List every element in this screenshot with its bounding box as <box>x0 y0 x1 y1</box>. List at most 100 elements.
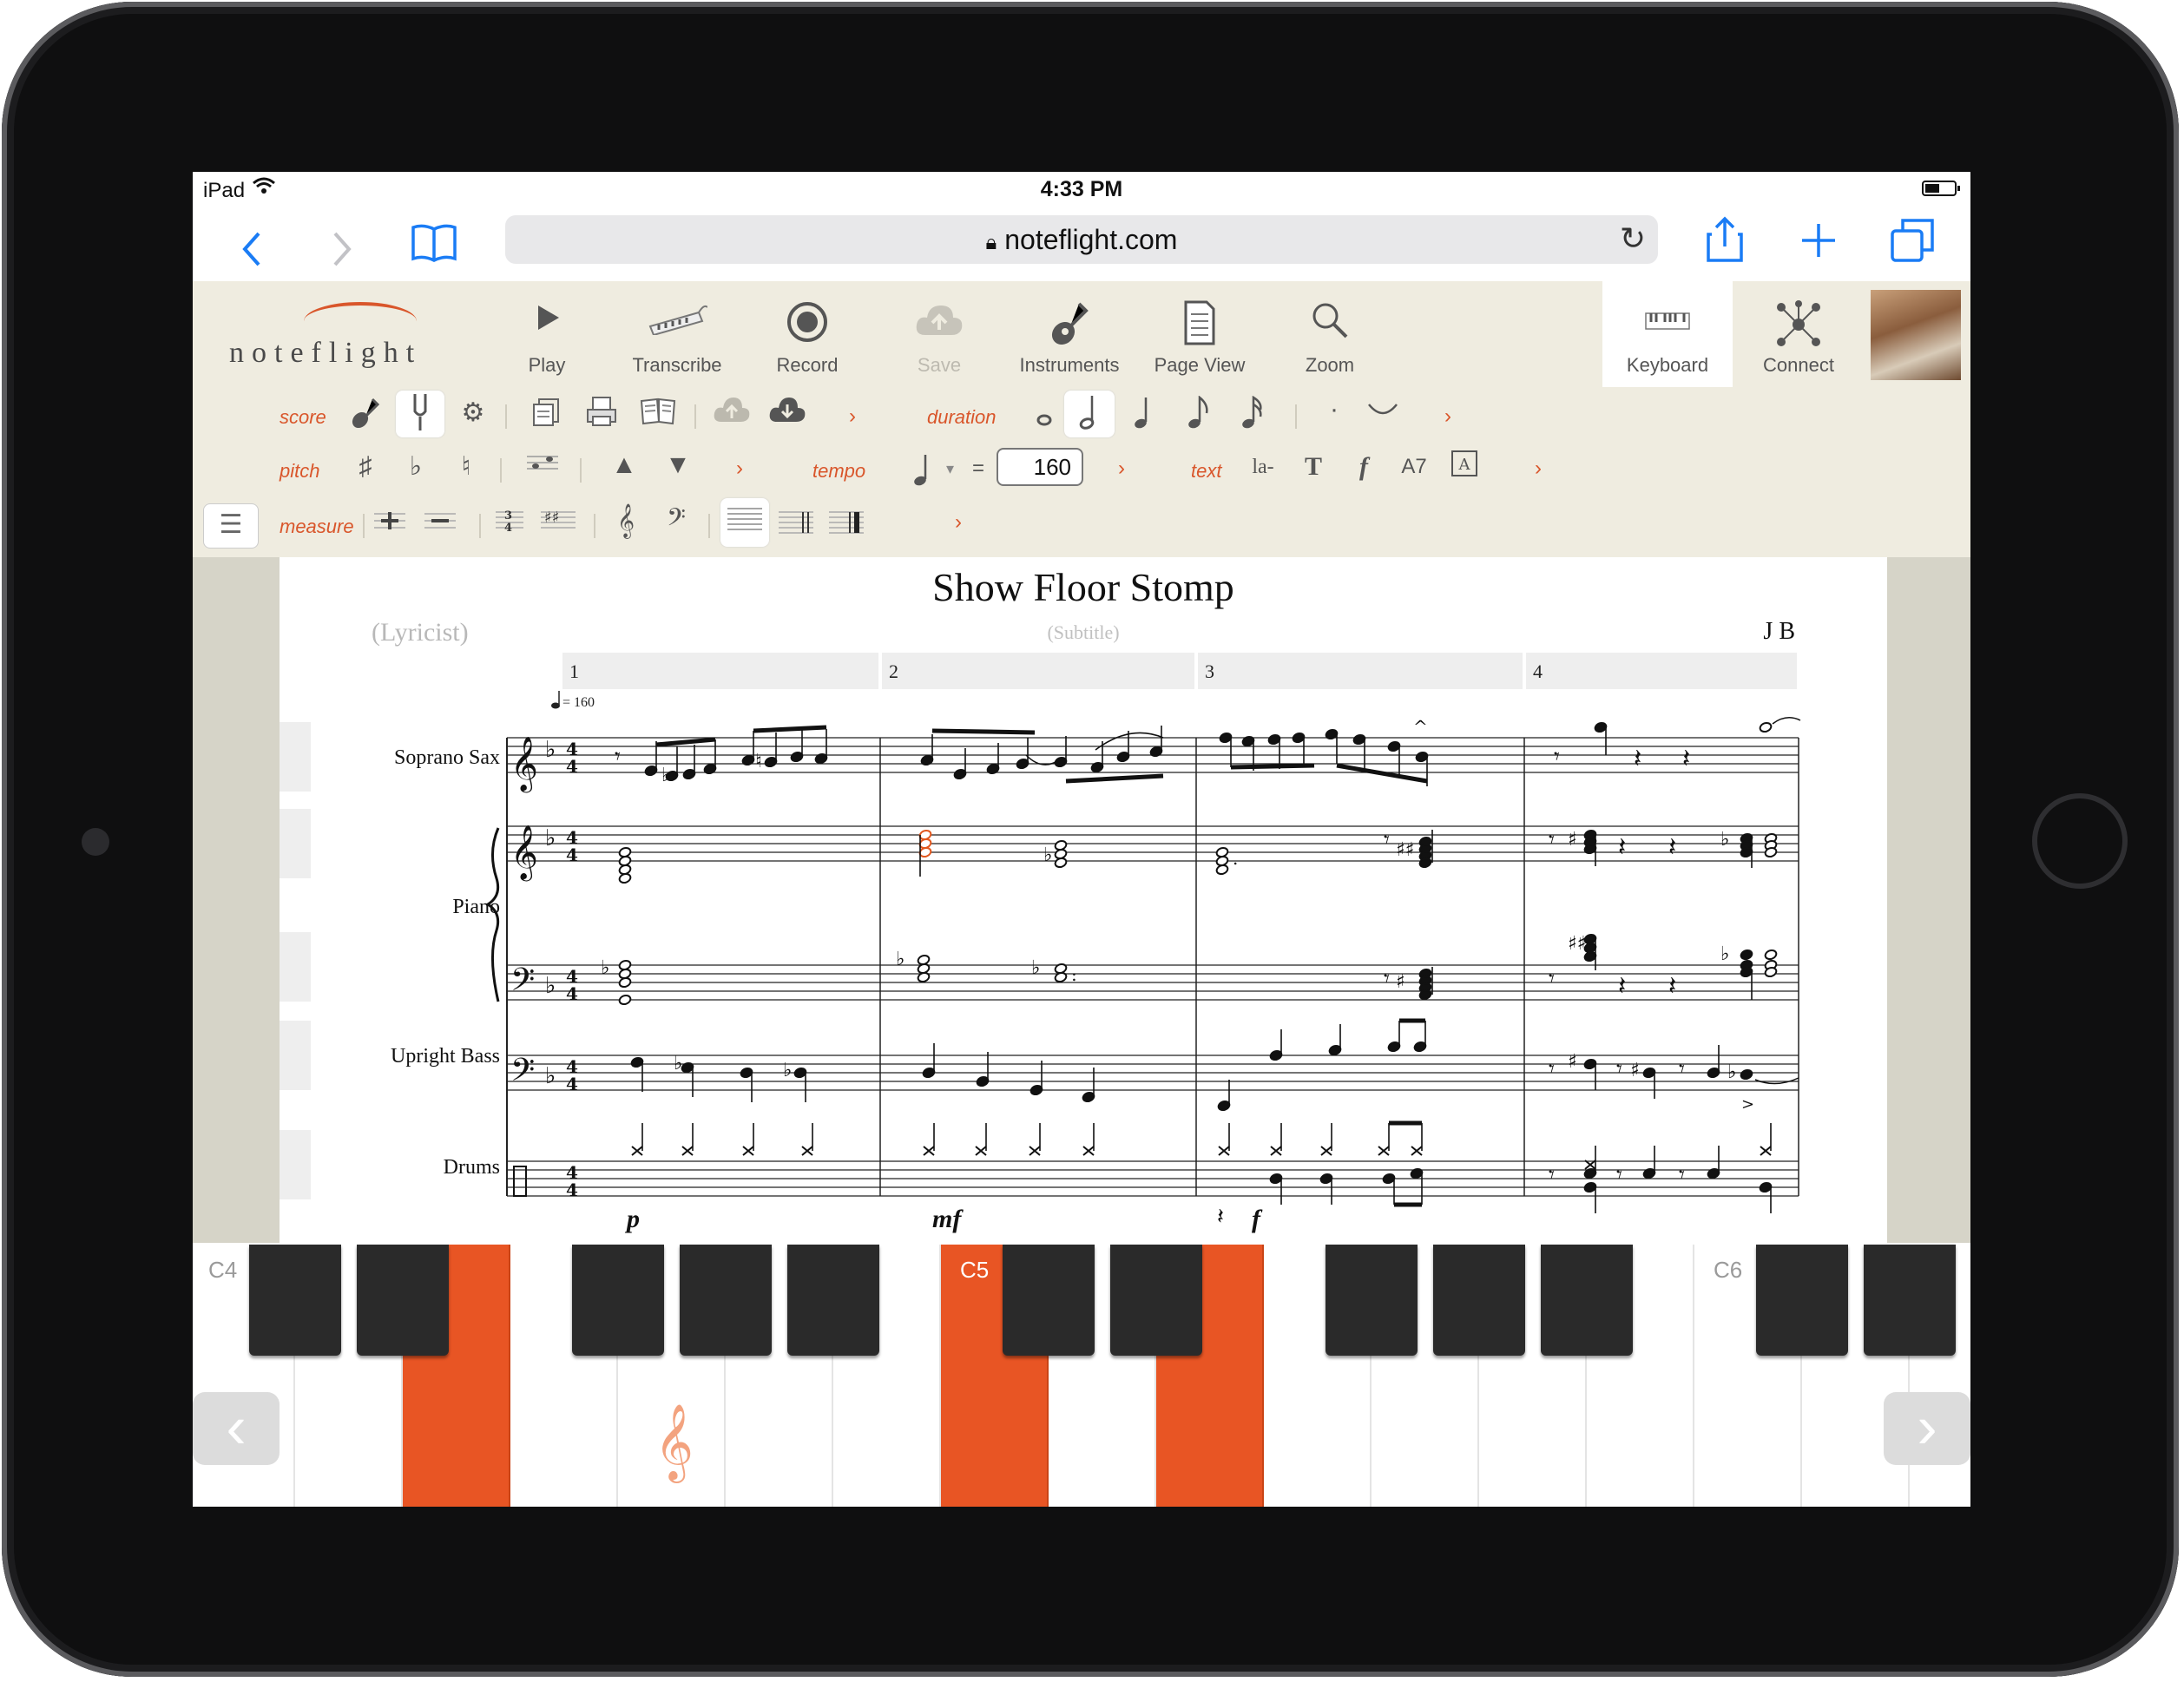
accidental[interactable]: ♯ <box>1568 829 1577 851</box>
accidental[interactable]: ♭ <box>1720 829 1729 851</box>
measure-more-icon[interactable]: › <box>955 510 962 535</box>
tuning-fork-icon[interactable] <box>396 391 444 437</box>
accidental[interactable]: ♯ <box>1396 971 1405 993</box>
eighth-note-icon[interactable] <box>1177 395 1217 440</box>
treble-clef[interactable]: 𝄞 <box>510 825 538 882</box>
note[interactable] <box>1054 971 1068 983</box>
tie-icon[interactable] <box>1363 396 1403 431</box>
tabs-icon[interactable] <box>1889 217 1934 262</box>
piano-brace[interactable] <box>485 827 500 1002</box>
dynamic-marking[interactable]: p <box>627 1205 640 1234</box>
eighth-rest[interactable]: 𝄾 <box>1549 1056 1555 1082</box>
score-more-icon[interactable]: › <box>849 404 856 429</box>
black-key-asharp5[interactable] <box>1541 1245 1633 1356</box>
eighth-rest[interactable]: 𝄾 <box>1384 966 1390 992</box>
beam[interactable] <box>753 725 827 733</box>
accent-mark[interactable]: > <box>1741 1095 1754 1114</box>
back-icon[interactable] <box>241 226 262 274</box>
accidental[interactable]: ♭ <box>661 765 670 786</box>
dot[interactable]: . <box>1233 848 1238 869</box>
rehearsal-mark-icon[interactable]: A <box>1444 450 1484 487</box>
quarter-rest[interactable]: 𝄽 <box>1618 971 1626 1002</box>
accidental[interactable]: ♭ <box>1727 1061 1736 1083</box>
lyrics-button[interactable]: la- <box>1243 450 1283 484</box>
bookmarks-icon[interactable] <box>410 222 457 262</box>
black-key-dsharp5[interactable] <box>1110 1245 1202 1356</box>
page-view-button[interactable]: Page View <box>1139 281 1260 387</box>
bass-clef-icon[interactable]: 𝄢 <box>656 503 696 538</box>
treble-clef[interactable]: 𝄞 <box>510 736 538 793</box>
pitch-down-icon[interactable]: ▼ <box>658 448 698 483</box>
eighth-rest[interactable]: 𝄾 <box>1549 966 1555 992</box>
tempo-more-icon[interactable]: › <box>1118 457 1125 481</box>
text-more-icon[interactable]: › <box>1535 457 1542 481</box>
sharp-icon[interactable]: ♯ <box>345 450 385 484</box>
black-key-csharp5[interactable] <box>1003 1245 1095 1356</box>
reload-icon[interactable]: ↻ <box>1620 220 1646 257</box>
black-key-gsharp4[interactable] <box>680 1245 772 1356</box>
beam[interactable] <box>1230 763 1315 770</box>
copy-parts-icon[interactable] <box>526 396 566 437</box>
accidental[interactable]: ♯ <box>1630 1060 1640 1081</box>
time-signature-bottom[interactable]: 4 <box>566 983 578 1004</box>
user-avatar[interactable] <box>1871 290 1961 380</box>
remove-measure-icon[interactable] <box>420 505 460 546</box>
dynamic-marking[interactable]: f <box>1252 1205 1260 1234</box>
eighth-rest[interactable]: 𝄾 <box>615 744 621 770</box>
cymbal-note[interactable] <box>1270 1146 1282 1156</box>
beam[interactable] <box>655 737 716 747</box>
cymbal-note[interactable] <box>742 1146 754 1156</box>
settings-gear-icon[interactable]: ⚙ <box>453 396 493 430</box>
cymbal-note[interactable] <box>923 1146 935 1156</box>
dot[interactable]: : <box>1071 964 1077 985</box>
black-key-fsharp4[interactable] <box>572 1245 664 1356</box>
tie[interactable] <box>1754 1077 1799 1085</box>
double-barline-icon[interactable] <box>776 505 816 549</box>
beam[interactable] <box>931 728 1036 735</box>
eighth-rest[interactable]: 𝄾 <box>1554 744 1560 770</box>
quarter-rest[interactable]: 𝄽 <box>1682 744 1690 774</box>
cymbal-note[interactable] <box>631 1146 643 1156</box>
flat-key-signature[interactable]: ♭ <box>545 737 556 763</box>
black-key-asharp4[interactable] <box>787 1245 879 1356</box>
forward-icon[interactable] <box>332 226 352 274</box>
eighth-rest[interactable]: 𝄾 <box>1616 1162 1622 1188</box>
cymbal-note[interactable] <box>681 1146 694 1156</box>
palette-menu-icon[interactable]: ☰ <box>203 503 259 549</box>
accidental[interactable]: ♯♯ <box>1396 839 1414 861</box>
natural-icon[interactable]: ♮ <box>446 450 486 484</box>
tempo-note-dropdown-icon[interactable]: ▾ <box>946 460 954 478</box>
black-key-gsharp5[interactable] <box>1433 1245 1525 1356</box>
note[interactable] <box>1759 721 1773 733</box>
quarter-note-icon[interactable] <box>1123 396 1163 440</box>
print-icon[interactable] <box>582 396 622 437</box>
cloud-download-icon[interactable] <box>767 396 807 433</box>
time-signature-bottom[interactable]: 4 <box>566 756 578 777</box>
zoom-button[interactable]: Zoom <box>1269 281 1391 387</box>
cymbal-note[interactable] <box>1320 1146 1332 1156</box>
time-signature-bottom[interactable]: 4 <box>566 844 578 865</box>
cymbal-note[interactable] <box>975 1146 987 1156</box>
cymbal-note[interactable] <box>1411 1146 1423 1156</box>
accidental[interactable]: ♮ <box>755 751 762 772</box>
new-tab-icon[interactable] <box>1799 220 1839 260</box>
add-measure-icon[interactable] <box>370 505 410 546</box>
sixteenth-note-icon[interactable] <box>1231 395 1271 440</box>
key-signature-icon[interactable]: ♯♯ <box>538 505 578 546</box>
pitch-more-icon[interactable]: › <box>736 457 743 481</box>
keyboard-button[interactable]: Keyboard <box>1602 281 1733 387</box>
final-barline-icon[interactable] <box>826 505 866 549</box>
time-signature-bottom[interactable]: 4 <box>566 1074 578 1094</box>
black-key-fsharp5[interactable] <box>1326 1245 1418 1356</box>
quarter-rest[interactable]: 𝄽 <box>1618 832 1626 863</box>
save-button[interactable]: Save <box>878 281 1000 387</box>
black-key-dsharp4[interactable] <box>357 1245 449 1356</box>
address-bar[interactable]: 🔒︎ noteflight.com ↻ <box>505 215 1658 264</box>
cymbal-note[interactable] <box>1029 1146 1041 1156</box>
eighth-rest[interactable]: 𝄾 <box>1679 1056 1685 1082</box>
slur[interactable] <box>1095 732 1164 751</box>
eighth-rest[interactable]: 𝄾 <box>1549 1162 1555 1188</box>
note[interactable] <box>917 971 931 983</box>
cymbal-note[interactable] <box>801 1146 813 1156</box>
note[interactable] <box>1740 1068 1753 1081</box>
